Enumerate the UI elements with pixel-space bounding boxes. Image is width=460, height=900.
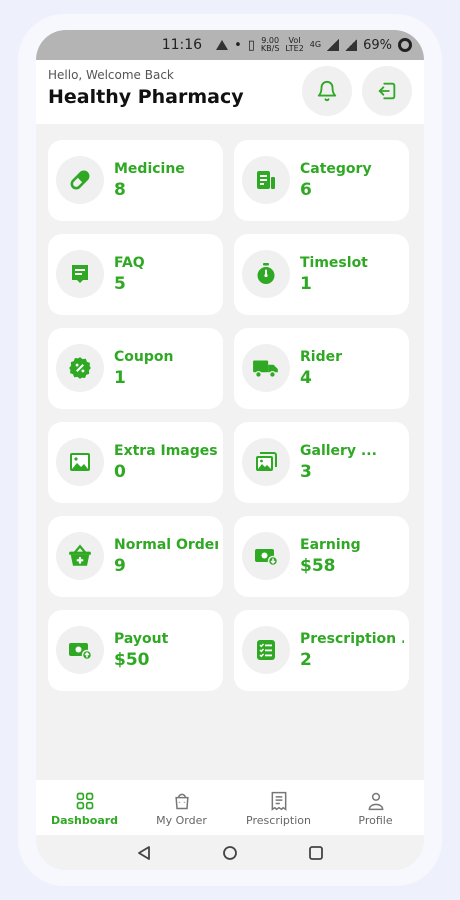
card-label: Rider (300, 349, 342, 365)
battery-percent: 69% (363, 37, 392, 53)
card-value: 0 (114, 462, 126, 482)
warning-icon (216, 40, 229, 50)
card-value: $58 (300, 556, 336, 576)
card-label: Earning (300, 537, 361, 553)
notifications-button[interactable] (302, 66, 352, 116)
card-value: 6 (300, 180, 312, 200)
logout-button[interactable] (362, 66, 412, 116)
card-label: Extra Images (114, 443, 218, 459)
card-gallery[interactable]: Gallery ... 3 (234, 422, 409, 503)
card-value: 5 (114, 274, 126, 294)
card-normal-order[interactable]: Normal Order 9 (48, 516, 223, 597)
dot-icon: • (234, 37, 242, 53)
card-value: 4 (300, 368, 312, 388)
card-prescription[interactable]: Prescription ... 2 (234, 610, 409, 691)
card-rider[interactable]: Rider 4 (234, 328, 409, 409)
category-icon (257, 171, 275, 189)
net-speed: 9.00 KB/S (260, 36, 280, 53)
nav-label: Profile (358, 814, 393, 827)
signal-icon (327, 39, 340, 51)
nav-dashboard[interactable]: Dashboard (36, 780, 133, 835)
coupon-icon (69, 357, 91, 379)
card-payout[interactable]: Payout $50 (48, 610, 223, 691)
card-label: Medicine (114, 161, 185, 177)
nav-label: Prescription (246, 814, 311, 827)
battery-icon (398, 38, 412, 52)
home-icon[interactable] (222, 845, 238, 861)
card-label: Timeslot (300, 255, 368, 271)
image-icon (70, 453, 90, 471)
vibrate-icon: ▯ (247, 37, 255, 53)
card-value: $50 (114, 650, 150, 670)
network-type: 4G (309, 40, 322, 49)
pill-icon (70, 170, 90, 190)
back-icon[interactable] (136, 845, 152, 861)
card-value: 3 (300, 462, 312, 482)
card-value: 1 (114, 368, 126, 388)
dashboard-icon (76, 792, 93, 810)
status-time: 11:16 (161, 37, 203, 53)
earning-icon (255, 549, 279, 567)
app-header: Hello, Welcome Back Healthy Pharmacy (36, 60, 424, 124)
truck-icon (253, 360, 278, 378)
user-icon (368, 792, 383, 811)
card-label: Category (300, 161, 372, 177)
prescription-list-icon (257, 640, 275, 660)
card-value: 1 (300, 274, 312, 294)
nav-label: Dashboard (50, 814, 119, 827)
app-screen: 11:16 • ▯ 9.00 KB/S VoI LTE2 4G 69% Hello,… (36, 30, 424, 870)
card-label: FAQ (114, 255, 145, 271)
timer-icon (257, 263, 275, 284)
payout-icon (69, 643, 93, 661)
basket-icon (69, 544, 91, 566)
card-faq[interactable]: FAQ 5 (48, 234, 223, 315)
faq-icon (72, 265, 88, 283)
nav-prescription[interactable]: Prescription (230, 780, 327, 835)
nav-my-order[interactable]: My Order (133, 780, 230, 835)
bell-icon (317, 81, 337, 102)
card-value: 2 (300, 650, 312, 670)
card-label: Prescription ... (300, 631, 404, 647)
card-medicine[interactable]: Medicine 8 (48, 140, 223, 221)
recents-icon[interactable] (308, 845, 324, 861)
card-label: Gallery ... (300, 443, 377, 459)
receipt-icon (271, 791, 286, 811)
dashboard-grid: Medicine 8 Category 6 FAQ 5 Timeslot 1 C… (48, 140, 409, 691)
nav-profile[interactable]: Profile (327, 780, 424, 835)
card-value: 8 (114, 180, 126, 200)
card-label: Normal Order (114, 537, 218, 553)
card-timeslot[interactable]: Timeslot 1 (234, 234, 409, 315)
card-label: Payout (114, 631, 169, 647)
gallery-icon (256, 452, 277, 471)
card-earning[interactable]: Earning $58 (234, 516, 409, 597)
system-nav-bar (36, 835, 424, 870)
bag-icon (174, 793, 189, 810)
signal-icon-2 (345, 39, 358, 51)
card-extra-images[interactable]: Extra Images 0 (48, 422, 223, 503)
status-bar: 11:16 • ▯ 9.00 KB/S VoI LTE2 4G 69% (36, 30, 424, 60)
card-category[interactable]: Category 6 (234, 140, 409, 221)
nav-label: My Order (156, 814, 207, 827)
bottom-nav: Dashboard My Order Prescription Profile (36, 780, 424, 835)
logout-icon (378, 82, 396, 100)
card-value: 9 (114, 556, 126, 576)
volte-indicator: VoI LTE2 (285, 36, 304, 53)
card-coupon[interactable]: Coupon 1 (48, 328, 223, 409)
card-label: Coupon (114, 349, 174, 365)
